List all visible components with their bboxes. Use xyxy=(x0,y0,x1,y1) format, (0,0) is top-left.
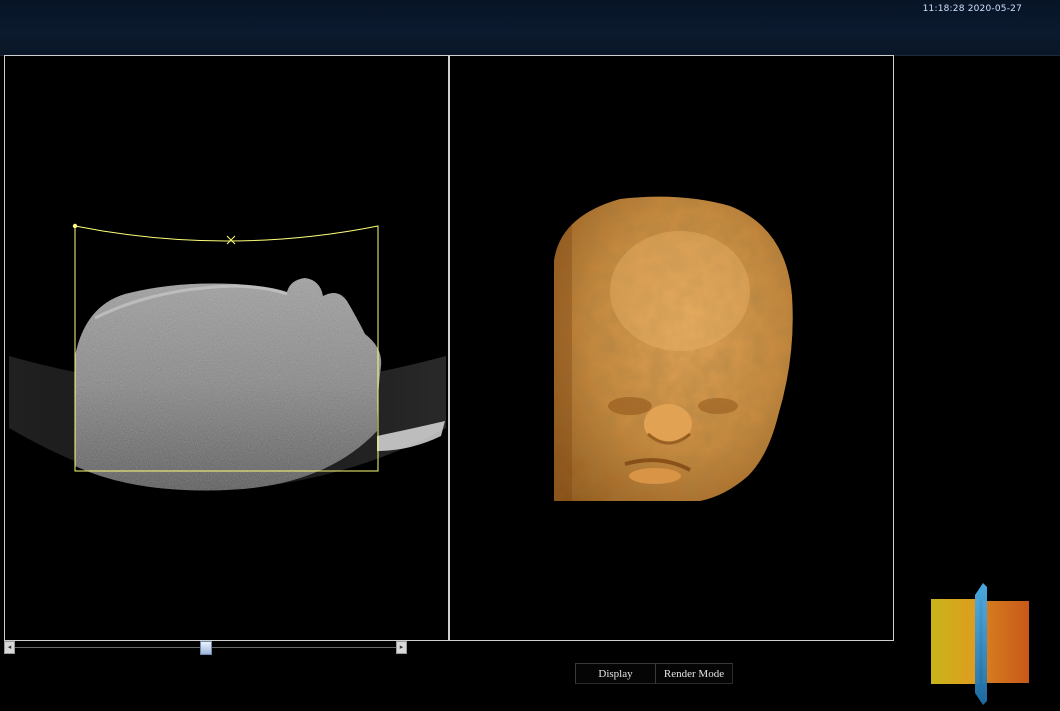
speckle-texture xyxy=(75,278,382,491)
scroll-right-button[interactable]: ▸ xyxy=(396,641,407,654)
render-3d-image xyxy=(554,196,793,501)
roi-handle-icon[interactable] xyxy=(72,223,78,229)
scroll-thumb[interactable] xyxy=(199,641,212,655)
frame-scrollbar[interactable]: ◂ ▸ xyxy=(4,641,407,655)
tab-display[interactable]: Display xyxy=(575,663,655,684)
bottom-tabs: Display Render Mode xyxy=(575,663,733,685)
x-marker-icon[interactable] xyxy=(226,235,236,245)
fetal-face-render xyxy=(554,196,793,501)
bmode-viewport[interactable] xyxy=(4,55,449,641)
datetime-readout: 11:18:28 2020-05-27 xyxy=(922,4,1022,14)
top-status-bar: 11:18:28 2020-05-27 xyxy=(0,0,1060,56)
scroll-left-button[interactable]: ◂ xyxy=(4,641,15,654)
render-3d-viewport[interactable] xyxy=(449,55,894,641)
tab-render-mode[interactable]: Render Mode xyxy=(655,663,733,684)
orientation-cube-icon[interactable] xyxy=(925,575,1035,707)
ultrasound-app: 11:18:28 2020-05-27 ◂ ▸ Display Render M… xyxy=(0,0,1060,711)
bmode-image xyxy=(9,223,446,491)
